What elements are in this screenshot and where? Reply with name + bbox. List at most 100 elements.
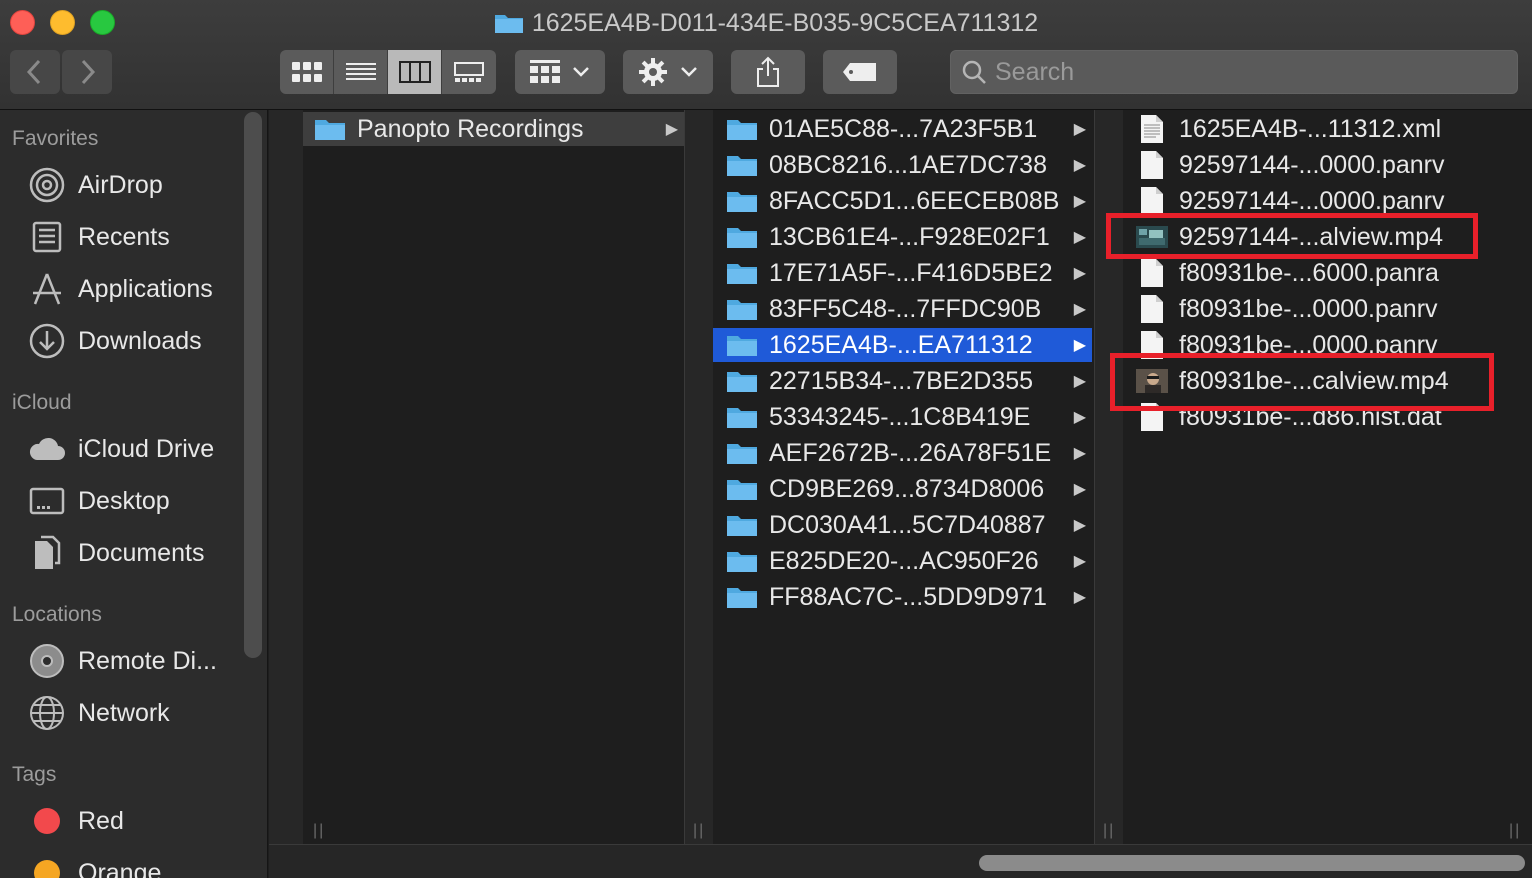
toolbar: 1625EA4B-D011-434E-B035-9C5CEA711312 [0, 0, 1532, 110]
folder-icon [725, 510, 759, 540]
list-item[interactable]: 22715B34-...7BE2D355 ▶ [713, 364, 1092, 398]
sidebar-item-icloud-drive[interactable]: iCloud Drive [28, 429, 214, 469]
search-input[interactable] [995, 57, 1515, 87]
list-item[interactable]: DC030A41...5C7D40887 ▶ [713, 508, 1092, 542]
sidebar-scrollbar[interactable] [244, 112, 262, 658]
list-item[interactable]: CD9BE269...8734D8006 ▶ [713, 472, 1092, 506]
share-button[interactable] [731, 50, 805, 94]
disclosure-arrow-icon: ▶ [1073, 229, 1086, 246]
xml-document-icon [1135, 114, 1169, 144]
list-item[interactable]: 1625EA4B-...EA711312 ▶ [713, 328, 1092, 362]
sidebar-item-label: Network [78, 698, 170, 727]
list-item[interactable]: 08BC8216...1AE7DC738 ▶ [713, 148, 1092, 182]
list-item[interactable]: 92597144-...0000.panrv [1123, 148, 1532, 182]
folder-icon [725, 438, 759, 468]
sidebar-item-label: Orange [78, 858, 162, 878]
column-resize-handle[interactable]: || [1103, 822, 1115, 840]
column-resize-handle[interactable]: || [1509, 822, 1521, 840]
item-name: 08BC8216...1AE7DC738 [769, 150, 1047, 179]
folder-icon [725, 186, 759, 216]
item-name: f80931be-...6000.panra [1179, 258, 1439, 287]
column-resize-handle[interactable]: || [693, 822, 705, 840]
list-item[interactable]: f80931be-...6000.panra [1123, 256, 1532, 290]
sidebar-item-downloads[interactable]: Downloads [28, 321, 202, 361]
window-title: 1625EA4B-D011-434E-B035-9C5CEA711312 [531, 9, 1039, 37]
disclosure-arrow-icon: ▶ [1073, 373, 1086, 390]
sidebar-item-label: Red [78, 806, 124, 835]
item-name: Panopto Recordings [357, 114, 584, 143]
document-icon [1135, 294, 1169, 324]
list-icon [345, 63, 376, 80]
applications-icon [28, 270, 66, 308]
list-item[interactable]: 01AE5C88-...7A23F5B1 ▶ [713, 112, 1092, 146]
column-resize-handle[interactable]: || [313, 822, 325, 840]
list-item[interactable]: 83FF5C48-...7FFDC90B ▶ [713, 292, 1092, 326]
sidebar-item-desktop[interactable]: Desktop [28, 481, 170, 521]
sidebar-item-label: iCloud Drive [78, 434, 215, 463]
sidebar-item-documents[interactable]: Documents [28, 533, 204, 573]
sidebar-item-tag-orange[interactable]: Orange [28, 853, 161, 878]
sidebar-item-tag-red[interactable]: Red [28, 801, 124, 841]
sidebar-item-label: Downloads [78, 326, 202, 355]
sidebar-item-label: Applications [78, 274, 213, 303]
folder-icon [725, 222, 759, 252]
horizontal-scrollbar[interactable] [269, 844, 1532, 878]
list-item[interactable]: Panopto Recordings ▶ [303, 112, 684, 146]
folder-icon [725, 474, 759, 504]
icon-view-button[interactable] [280, 50, 334, 94]
folder-icon [725, 546, 759, 576]
gallery-view-button[interactable] [442, 50, 496, 94]
sidebar-item-label: Remote Di... [78, 646, 217, 675]
sidebar-item-recents[interactable]: Recents [28, 217, 170, 257]
list-view-button[interactable] [334, 50, 388, 94]
sidebar-item-applications[interactable]: Applications [28, 269, 213, 309]
list-item[interactable]: AEF2672B-...26A78F51E ▶ [713, 436, 1092, 470]
folder-icon [725, 114, 759, 144]
back-button[interactable] [10, 50, 60, 94]
column-gutter [269, 110, 303, 844]
item-name: 1625EA4B-...EA711312 [769, 330, 1033, 359]
item-name: 17E71A5F-...F416D5BE2 [769, 258, 1053, 287]
sidebar-heading-icloud: iCloud [12, 391, 72, 414]
group-by-button[interactable] [515, 50, 605, 94]
item-name: 01AE5C88-...7A23F5B1 [769, 114, 1038, 143]
item-name: 92597144-...0000.panrv [1179, 150, 1445, 179]
item-name: 8FACC5D1...6EECEB08B [769, 186, 1060, 215]
airdrop-icon [28, 166, 66, 204]
forward-button[interactable] [62, 50, 112, 94]
disclosure-arrow-icon: ▶ [1073, 157, 1086, 174]
list-item[interactable]: f80931be-...0000.panrv [1123, 292, 1532, 326]
list-item[interactable]: 8FACC5D1...6EECEB08B ▶ [713, 184, 1092, 218]
list-item[interactable]: 1625EA4B-...11312.xml [1123, 112, 1532, 146]
sidebar-item-remote-disc[interactable]: Remote Di... [28, 641, 217, 681]
sidebar: Favorites AirDrop Recents Applications D… [0, 110, 268, 878]
cloud-icon [28, 430, 66, 468]
sidebar-item-network[interactable]: Network [28, 693, 170, 733]
item-name: 22715B34-...7BE2D355 [769, 366, 1034, 395]
column-view-button[interactable] [388, 50, 442, 94]
item-name: CD9BE269...8734D8006 [769, 474, 1045, 503]
folder-icon [725, 582, 759, 612]
disclosure-arrow-icon: ▶ [1073, 589, 1086, 606]
item-name: 1625EA4B-...11312.xml [1179, 114, 1442, 143]
folder-icon [494, 9, 524, 43]
document-icon [1135, 186, 1169, 216]
sidebar-item-airdrop[interactable]: AirDrop [28, 165, 163, 205]
share-icon [757, 56, 779, 87]
disclosure-arrow-icon: ▶ [1073, 193, 1086, 210]
search-field[interactable] [950, 50, 1518, 94]
scrollbar-thumb[interactable] [979, 855, 1525, 871]
tags-button[interactable] [823, 50, 897, 94]
document-icon [1135, 258, 1169, 288]
disclosure-arrow-icon: ▶ [1073, 337, 1086, 354]
folder-icon [313, 114, 347, 144]
list-item[interactable]: FF88AC7C-...5DD9D971 ▶ [713, 580, 1092, 614]
list-item[interactable]: E825DE20-...AC950F26 ▶ [713, 544, 1092, 578]
item-name: 13CB61E4-...F928E02F1 [769, 222, 1050, 251]
action-menu-button[interactable] [623, 50, 713, 94]
list-item[interactable]: 17E71A5F-...F416D5BE2 ▶ [713, 256, 1092, 290]
item-name: 92597144-...0000.panrv [1179, 186, 1445, 215]
list-item[interactable]: 53343245-...1C8B419E ▶ [713, 400, 1092, 434]
list-item[interactable]: 13CB61E4-...F928E02F1 ▶ [713, 220, 1092, 254]
item-name: E825DE20-...AC950F26 [769, 546, 1039, 575]
